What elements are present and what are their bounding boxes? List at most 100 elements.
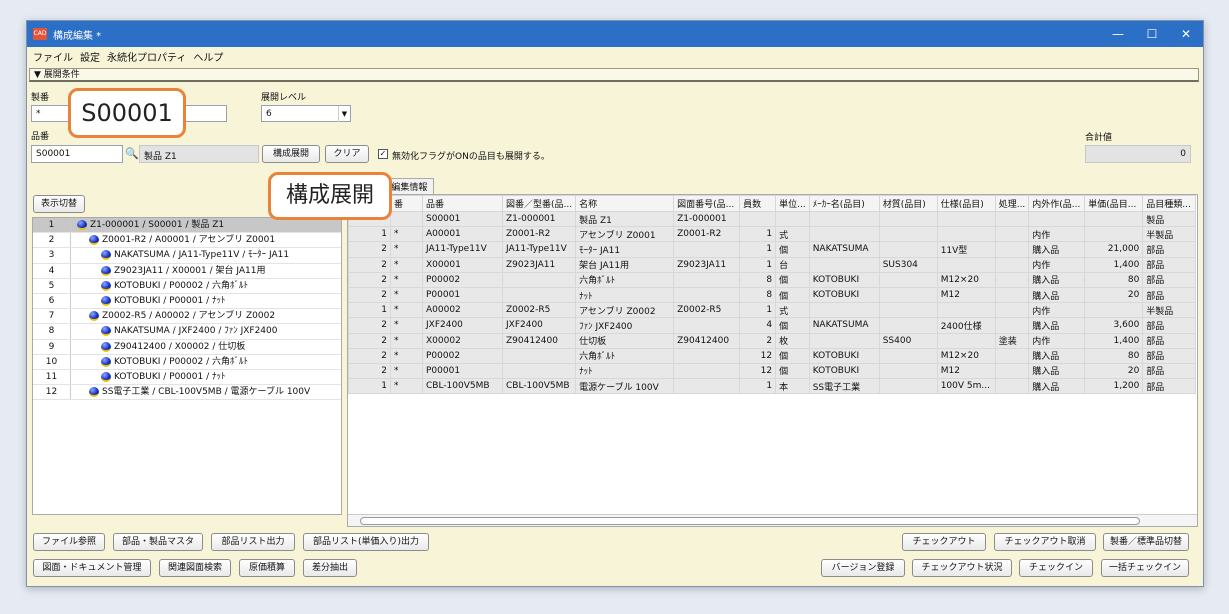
column-header[interactable]: 単価(品目... [1084, 195, 1144, 212]
table-cell[interactable] [878, 226, 938, 243]
table-cell[interactable]: * [390, 317, 423, 334]
table-cell[interactable]: 12 [739, 347, 777, 364]
table-cell[interactable]: 個 [775, 347, 810, 364]
chevron-down-icon[interactable]: ▼ [338, 106, 350, 122]
parts-list-price-output-button[interactable]: 部品リスト(単価入り)出力 [303, 533, 429, 551]
minimize-button[interactable]: — [1101, 27, 1135, 41]
table-cell[interactable]: 1 [348, 378, 391, 395]
table-cell[interactable] [994, 302, 1030, 319]
table-cell[interactable]: 購入品 [1028, 241, 1086, 258]
tree-node[interactable]: SS電子工業 / CBL-100V5MB / 電源ケーブル 100V [89, 385, 310, 399]
column-header[interactable]: 処理... [994, 195, 1030, 212]
table-cell[interactable]: 購入品 [1028, 347, 1086, 364]
tree-row[interactable]: 12 SS電子工業 / CBL-100V5MB / 電源ケーブル 100V [33, 385, 341, 401]
table-cell[interactable]: M12 [936, 362, 996, 380]
tree-node[interactable]: NAKATSUMA / JXF2400 / ﾌｧﾝ JXF2400 [101, 324, 277, 338]
table-cell[interactable]: Z9023JA11 [673, 256, 741, 273]
tree-row[interactable]: 3 NAKATSUMA / JA11-Type11V / ﾓｰﾀｰ JA11 [33, 248, 341, 264]
table-cell[interactable]: 式 [775, 302, 810, 319]
column-header[interactable]: 品目種類... [1142, 195, 1197, 212]
table-cell[interactable]: * [390, 302, 423, 319]
table-cell[interactable]: 3,600 [1084, 317, 1144, 334]
checkout-button[interactable]: チェックアウト [902, 533, 986, 551]
table-cell[interactable]: * [390, 241, 423, 258]
table-cell[interactable]: 部品 [1142, 286, 1197, 304]
table-cell[interactable]: 部品 [1142, 362, 1197, 380]
column-header[interactable]: 材質(品目) [878, 195, 938, 212]
horizontal-scrollbar[interactable] [348, 514, 1197, 526]
table-cell[interactable] [390, 210, 423, 228]
display-toggle-button[interactable]: 表示切替 [33, 195, 85, 213]
table-cell[interactable]: 1,400 [1084, 256, 1144, 273]
table-cell[interactable]: 1 [739, 256, 777, 273]
table-cell[interactable]: A00001 [422, 226, 503, 243]
table-cell[interactable]: 2 [348, 241, 391, 258]
table-cell[interactable]: 仕切板 [575, 332, 675, 349]
table-cell[interactable]: Z90412400 [673, 332, 741, 349]
table-cell[interactable]: 個 [775, 271, 810, 288]
table-cell[interactable]: 購入品 [1028, 378, 1086, 395]
clear-button[interactable]: クリア [325, 145, 369, 163]
column-header[interactable]: ﾒｰｶｰ名(品目) [808, 195, 880, 212]
table-cell[interactable]: 六角ﾎﾞﾙﾄ [575, 347, 675, 364]
table-cell[interactable]: 枚 [775, 332, 810, 349]
table-cell[interactable] [878, 286, 938, 304]
column-header[interactable]: 図番／型番(品... [501, 195, 577, 212]
menu-help[interactable]: ヘルプ [193, 49, 223, 64]
table-cell[interactable]: 塗装 [994, 332, 1030, 349]
tree-row[interactable]: 5 KOTOBUKI / P00002 / 六角ﾎﾞﾙﾄ [33, 278, 341, 294]
table-row[interactable]: 2 * P00001 ﾅｯﾄ 8 個 KOTOBUKI M12 購入品 20 部品 [348, 286, 1197, 304]
tree-node[interactable]: KOTOBUKI / P00001 / ﾅｯﾄ [101, 370, 225, 384]
table-cell[interactable] [1084, 302, 1144, 319]
table-cell[interactable]: 電源ケーブル 100V [575, 378, 675, 395]
table-cell[interactable] [1084, 226, 1144, 243]
table-cell[interactable]: M12×20 [936, 271, 996, 288]
table-cell[interactable]: 1 [348, 302, 391, 319]
version-register-button[interactable]: バージョン登録 [821, 559, 905, 577]
diff-extract-button[interactable]: 差分抽出 [303, 559, 357, 577]
table-cell[interactable]: 購入品 [1028, 286, 1086, 304]
table-cell[interactable] [878, 362, 938, 380]
table-row[interactable]: 2 * P00002 六角ﾎﾞﾙﾄ 12 個 KOTOBUKI M12×20 購入品 80 部品 [348, 347, 1197, 364]
table-cell[interactable]: SS電子工業 [808, 378, 880, 395]
table-cell[interactable]: KOTOBUKI [808, 286, 880, 304]
table-cell[interactable] [673, 362, 741, 380]
table-cell[interactable]: Z9023JA11 [501, 256, 577, 273]
table-cell[interactable] [501, 362, 577, 380]
table-cell[interactable]: S00001 [422, 210, 503, 228]
table-cell[interactable]: 部品 [1142, 317, 1197, 334]
hinban-input[interactable]: S00001 [31, 145, 123, 163]
table-cell[interactable]: 内作 [1028, 226, 1086, 243]
table-cell[interactable]: * [390, 226, 423, 243]
tree-row[interactable]: 2 Z0001-R2 / A00001 / アセンブリ Z0001 [33, 233, 341, 249]
table-row[interactable]: 2 * P00002 六角ﾎﾞﾙﾄ 8 個 KOTOBUKI M12×20 購入品 80 部品 [348, 271, 1197, 288]
table-cell[interactable]: * [390, 347, 423, 364]
table-cell[interactable]: 部品 [1142, 378, 1197, 395]
table-cell[interactable]: 2 [348, 317, 391, 334]
table-cell[interactable] [878, 271, 938, 288]
table-cell[interactable] [994, 378, 1030, 395]
table-cell[interactable]: Z0002-R5 [501, 302, 577, 319]
table-cell[interactable]: * [390, 271, 423, 288]
table-cell[interactable]: ﾌｧﾝ JXF2400 [575, 317, 675, 334]
table-row[interactable]: 2 * P00001 ﾅｯﾄ 12 個 KOTOBUKI M12 購入品 20 部品 [348, 362, 1197, 380]
table-cell[interactable]: 半製品 [1142, 226, 1197, 243]
table-cell[interactable]: Z0002-R5 [673, 302, 741, 319]
table-cell[interactable] [501, 347, 577, 364]
tree-node[interactable]: Z0001-R2 / A00001 / アセンブリ Z0001 [89, 233, 275, 247]
table-row[interactable]: 2 * X00001 Z9023JA11 架台 JA11用 Z9023JA11 1 台 SUS3… [348, 256, 1197, 273]
table-cell[interactable] [994, 362, 1030, 380]
table-cell[interactable]: P00001 [422, 286, 503, 304]
tree-node[interactable]: NAKATSUMA / JA11-Type11V / ﾓｰﾀｰ JA11 [101, 248, 289, 262]
table-cell[interactable] [878, 378, 938, 395]
tree-node[interactable]: KOTOBUKI / P00001 / ﾅｯﾄ [101, 294, 225, 308]
table-cell[interactable] [673, 286, 741, 304]
table-cell[interactable] [673, 317, 741, 334]
parts-master-button[interactable]: 部品・製品マスタ [113, 533, 203, 551]
table-cell[interactable]: JXF2400 [501, 317, 577, 334]
table-cell[interactable]: 20 [1084, 362, 1144, 380]
table-cell[interactable]: P00002 [422, 347, 503, 364]
table-cell[interactable]: 1 [739, 241, 777, 258]
table-cell[interactable]: 80 [1084, 347, 1144, 364]
table-cell[interactable]: JA11-Type11V [422, 241, 503, 258]
